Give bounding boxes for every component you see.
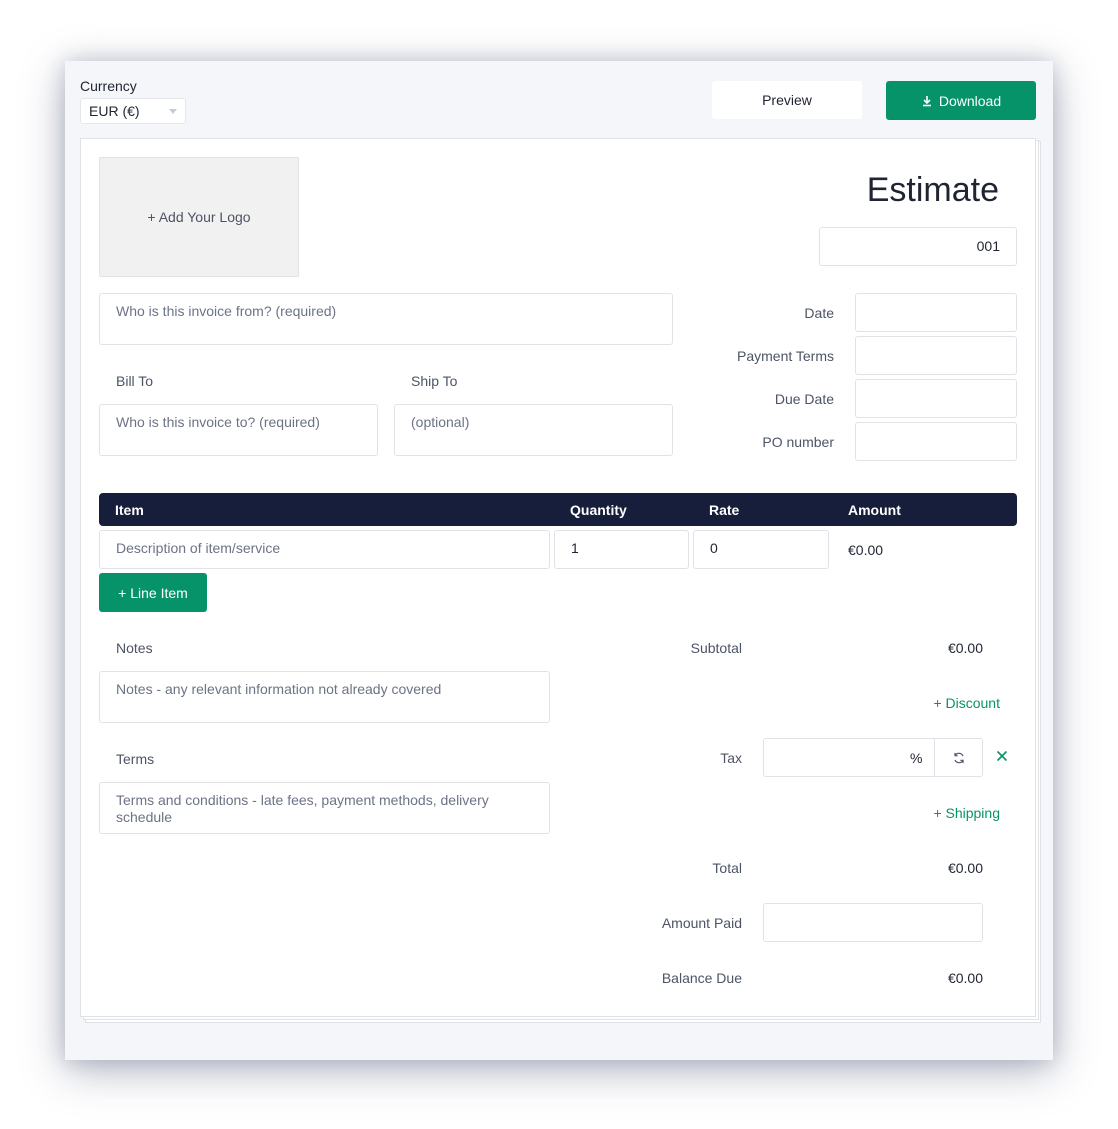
column-header-item: Item (115, 502, 144, 518)
add-line-item-button[interactable]: + Line Item (99, 573, 207, 612)
document-title[interactable]: Estimate (867, 171, 999, 210)
amount-paid-label: Amount Paid (661, 915, 742, 931)
bill-to-label: Bill To (116, 373, 154, 389)
notes-label: Notes (116, 640, 153, 656)
currency-select[interactable]: EUR (€) (80, 98, 186, 124)
bill-to-input[interactable]: Who is this invoice to? (required) (99, 404, 378, 456)
tax-label: Tax (720, 750, 742, 766)
item-quantity-input[interactable]: 1 (554, 530, 689, 569)
ship-to-label: Ship To (411, 373, 458, 389)
download-icon (922, 95, 931, 106)
currency-value: EUR (€) (89, 103, 140, 119)
balance-due-label: Balance Due (661, 970, 742, 986)
due-date-input[interactable] (855, 379, 1017, 418)
notes-input[interactable]: Notes - any relevant information not alr… (99, 671, 550, 723)
add-logo-button[interactable]: + Add Your Logo (99, 157, 299, 277)
tax-unit: % (910, 750, 923, 766)
invoice-paper: + Add Your Logo Estimate 001 Who is this… (80, 138, 1036, 1017)
add-shipping-link[interactable]: + Shipping (921, 805, 1000, 821)
document-number-input[interactable]: 001 (819, 227, 1017, 266)
invoice-editor-frame: Currency EUR (€) Preview Download + Add … (65, 61, 1053, 1060)
item-description-input[interactable]: Description of item/service (99, 530, 550, 569)
column-header-quantity: Quantity (570, 502, 627, 518)
swap-tax-type-button[interactable] (934, 739, 983, 776)
close-icon[interactable] (994, 748, 1010, 764)
subtotal-value: €0.00 (947, 640, 983, 656)
refresh-icon (954, 752, 964, 763)
column-header-amount: Amount (848, 502, 901, 518)
po-number-label: PO number (762, 434, 834, 450)
preview-button[interactable]: Preview (712, 81, 862, 119)
payment-terms-input[interactable] (855, 336, 1017, 375)
currency-label: Currency (80, 78, 137, 94)
total-label: Total (712, 860, 742, 876)
download-label: Download (938, 92, 1002, 109)
terms-input[interactable]: Terms and conditions - late fees, paymen… (99, 782, 550, 834)
subtotal-label: Subtotal (690, 640, 742, 656)
line-items-header: Item Quantity Rate Amount (99, 493, 1017, 526)
po-number-input[interactable] (855, 422, 1017, 461)
column-header-rate: Rate (709, 502, 740, 518)
item-amount: €0.00 (848, 542, 884, 558)
chevron-down-icon (169, 109, 177, 114)
due-date-label: Due Date (774, 391, 834, 407)
from-input[interactable]: Who is this invoice from? (required) (99, 293, 673, 345)
ship-to-input[interactable]: (optional) (394, 404, 673, 456)
tax-input-group[interactable]: % (763, 738, 983, 777)
total-value: €0.00 (947, 860, 983, 876)
terms-label: Terms (116, 751, 155, 767)
date-input[interactable] (855, 293, 1017, 332)
amount-paid-input[interactable] (763, 903, 983, 942)
item-rate-input[interactable]: 0 (693, 530, 829, 569)
balance-due-value: €0.00 (947, 970, 983, 986)
payment-terms-label: Payment Terms (737, 348, 834, 364)
download-button[interactable]: Download (886, 81, 1036, 120)
date-label: Date (804, 305, 834, 321)
add-discount-link[interactable]: + Discount (921, 695, 1000, 711)
